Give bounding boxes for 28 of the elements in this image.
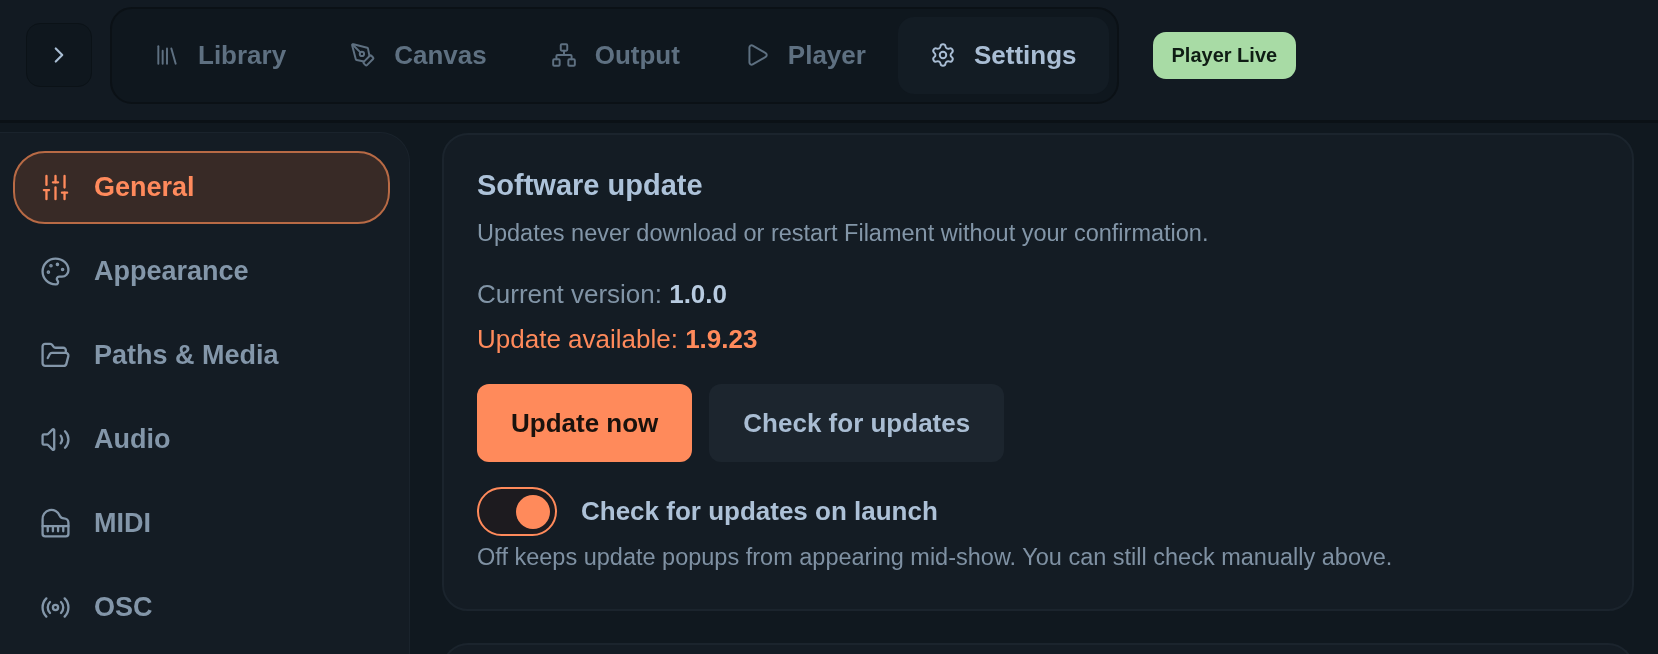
pen-nib-icon xyxy=(350,42,377,68)
section-title: Software update xyxy=(477,168,704,203)
current-version-text: Current version: 1.0.0 xyxy=(477,278,728,310)
sidebar-item[interactable]: Paths & Media xyxy=(13,319,390,392)
toggle-label: Check for updates on launch xyxy=(581,496,938,527)
section-description: Updates never download or restart Filament without your confirmation. xyxy=(477,219,1210,248)
status-badge: Player Live xyxy=(1152,31,1297,79)
sidebar-item[interactable]: Audio xyxy=(13,403,390,476)
sliders-icon xyxy=(40,172,71,203)
update-now-button[interactable]: Update now xyxy=(477,384,693,462)
nav-tab[interactable]: Library xyxy=(122,16,319,94)
settings-icon xyxy=(929,42,956,68)
hierarchy-icon xyxy=(550,42,577,68)
sidebar-item[interactable]: Appearance xyxy=(13,235,390,308)
sidebar-item[interactable]: General xyxy=(13,151,390,224)
nav-tab[interactable]: Settings xyxy=(897,16,1109,94)
nav-tab[interactable]: Output xyxy=(518,16,712,94)
toggle-switch[interactable] xyxy=(477,487,557,536)
update-available-text: Update available: 1.9.23 xyxy=(477,323,759,355)
palette-icon xyxy=(40,256,71,287)
sidebar-item[interactable]: MIDI xyxy=(13,487,390,560)
nav-tab[interactable]: Canvas xyxy=(318,16,519,94)
books-icon xyxy=(154,42,180,68)
check-updates-button[interactable]: Check for updates xyxy=(709,384,1005,462)
help-text: Off keeps update popups from appearing mid-show. You can still check manually above. xyxy=(477,543,1394,572)
piano-icon xyxy=(40,508,71,539)
sidebar-item[interactable]: OSC xyxy=(13,571,390,644)
nav-tab[interactable]: Player xyxy=(711,16,898,94)
